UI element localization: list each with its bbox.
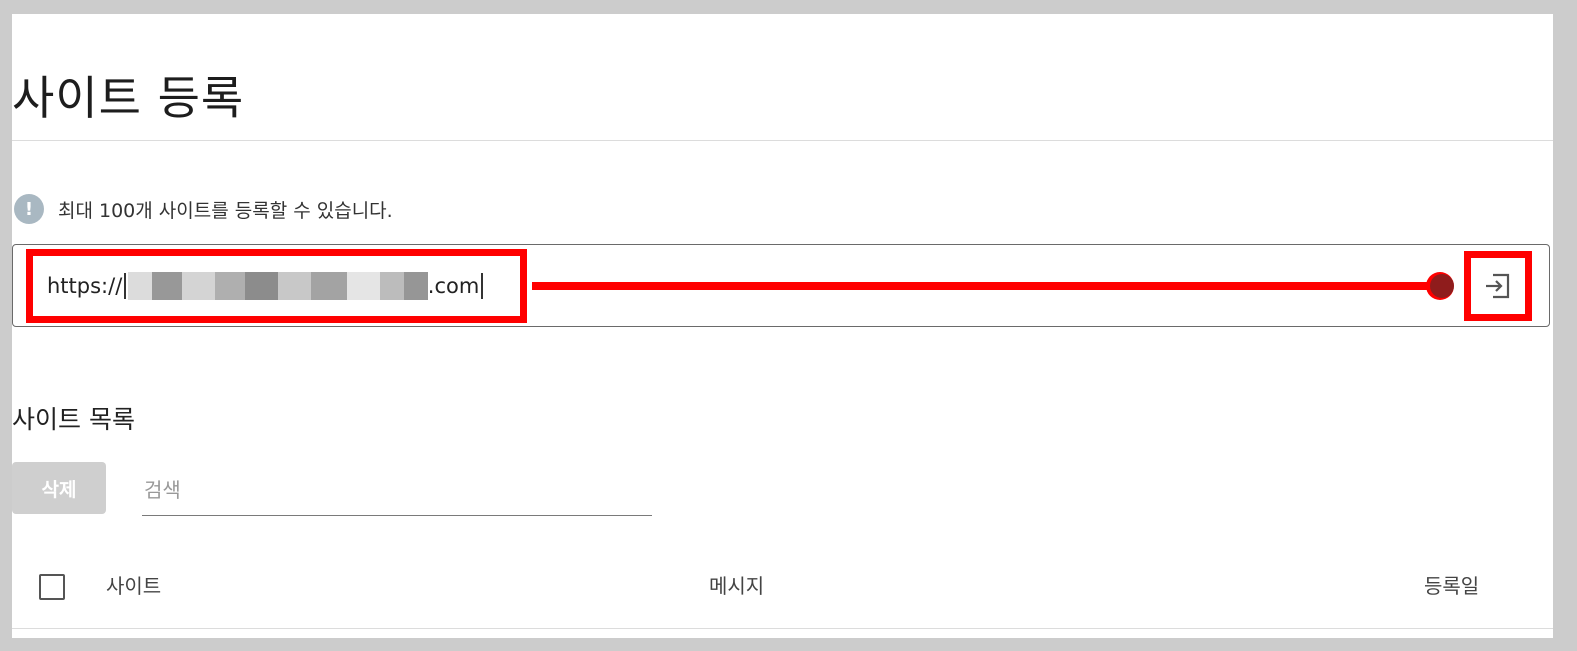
select-all-checkbox[interactable] bbox=[39, 574, 65, 600]
site-list-title: 사이트 목록 bbox=[12, 405, 135, 434]
column-date[interactable]: 등록일 bbox=[1424, 570, 1479, 599]
site-registration-panel: 사이트 등록 ! 최대 100개 사이트를 등록할 수 있습니다. https:… bbox=[12, 14, 1553, 638]
text-cursor-end bbox=[481, 273, 483, 299]
table-divider bbox=[12, 628, 1553, 629]
notice-text: 최대 100개 사이트를 등록할 수 있습니다. bbox=[58, 199, 393, 222]
redacted-domain bbox=[127, 272, 428, 300]
search-field[interactable] bbox=[142, 462, 656, 517]
url-prefix: https:// bbox=[47, 274, 123, 298]
notice: ! 최대 100개 사이트를 등록할 수 있습니다. bbox=[14, 194, 393, 224]
column-site[interactable]: 사이트 bbox=[106, 570, 161, 599]
column-message[interactable]: 메시지 bbox=[709, 570, 764, 599]
url-suffix: .com bbox=[427, 274, 480, 298]
url-input-field[interactable]: https:// .com bbox=[26, 249, 527, 323]
table-header: 사이트 메시지 등록일 bbox=[12, 562, 1553, 612]
page-title: 사이트 등록 bbox=[12, 71, 245, 125]
annotation-arrow-line bbox=[532, 282, 1442, 290]
search-input[interactable] bbox=[142, 462, 656, 517]
title-divider bbox=[12, 140, 1553, 141]
submit-button[interactable] bbox=[1464, 251, 1532, 321]
login-arrow-icon bbox=[1486, 273, 1510, 299]
delete-button[interactable]: 삭제 bbox=[12, 462, 106, 514]
clear-icon[interactable] bbox=[1430, 274, 1454, 298]
text-cursor bbox=[124, 273, 126, 299]
info-icon: ! bbox=[14, 194, 44, 224]
